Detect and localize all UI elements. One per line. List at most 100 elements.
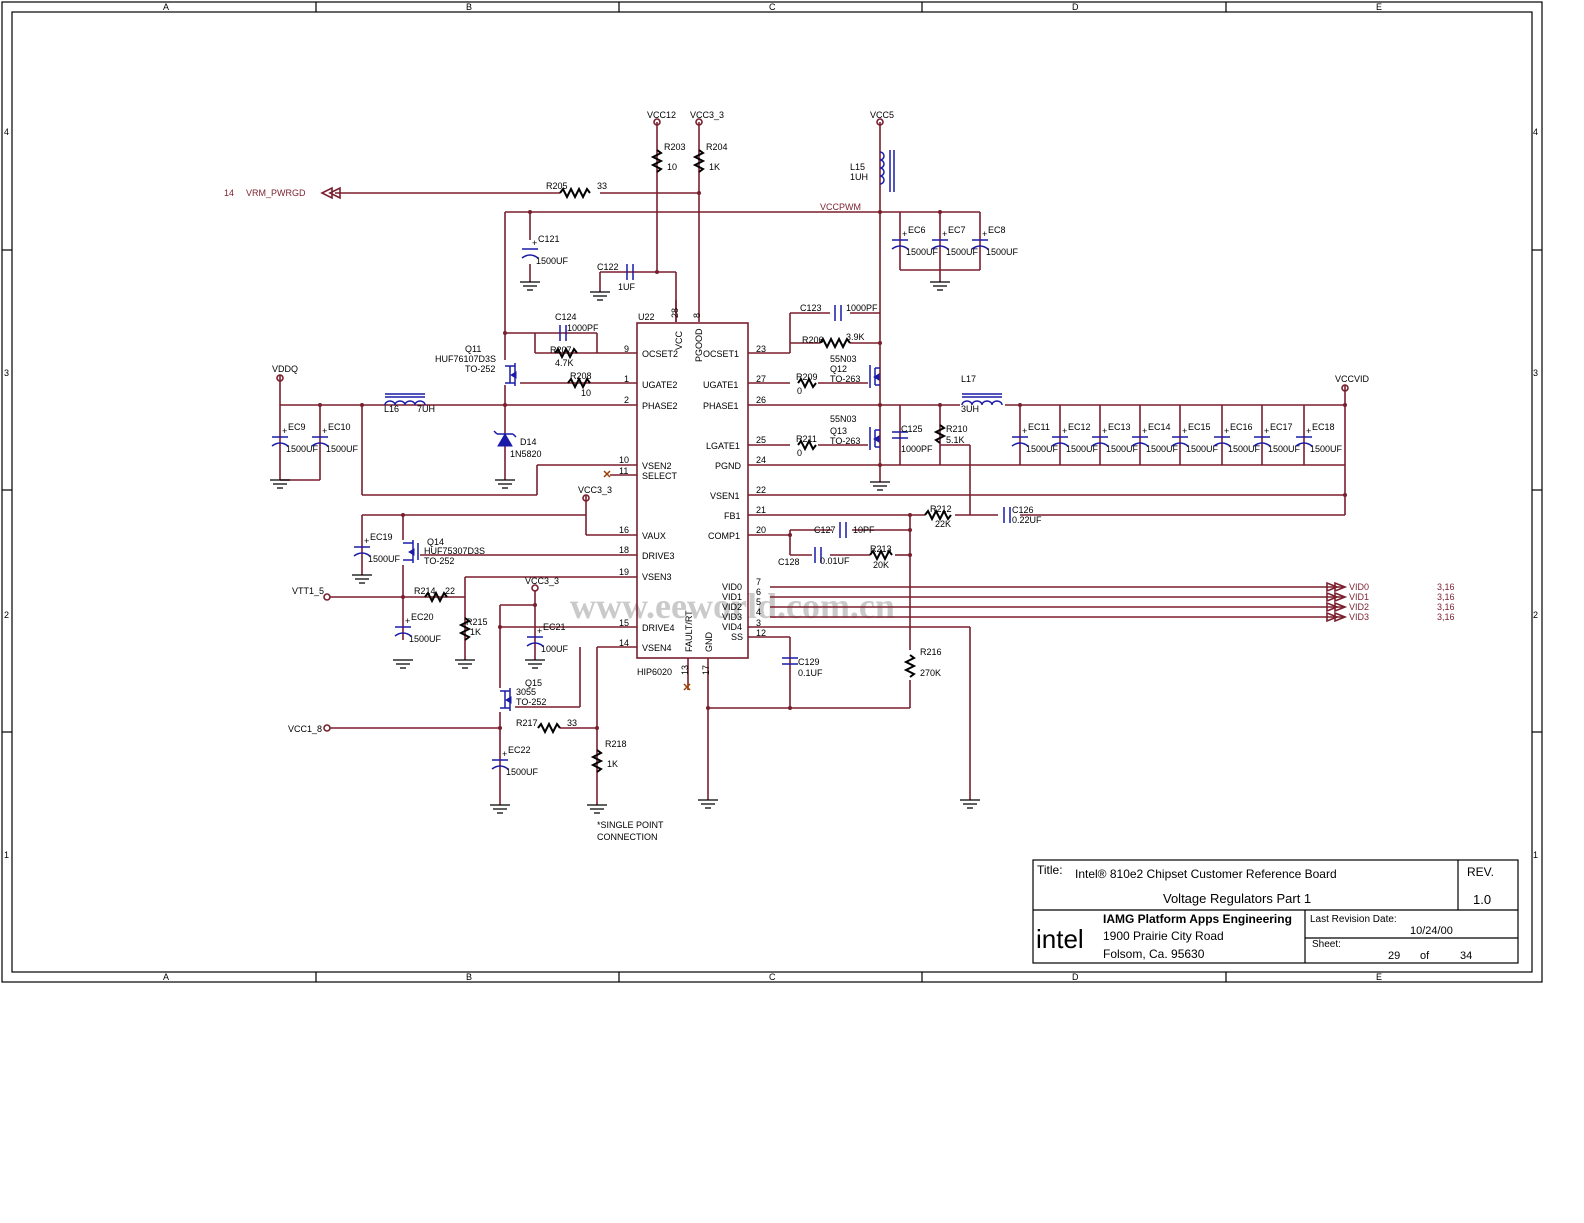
title-label: Title:	[1037, 863, 1063, 877]
pin-name-ugate2: UGATE2	[642, 380, 677, 390]
pin-num-23: 23	[756, 344, 766, 354]
q15-val: 3055	[516, 687, 536, 697]
pin-name-vid2: VID2	[722, 602, 742, 612]
c129-ref: C129	[798, 657, 820, 667]
pin-num-22: 22	[756, 485, 766, 495]
c127-val: 10PF	[853, 525, 875, 535]
pin-num-8: 8	[692, 313, 702, 318]
mosfet-q12-icon	[869, 365, 880, 388]
power-port-icon	[323, 593, 331, 601]
svg-text:+: +	[502, 749, 507, 759]
ec22-val: 1500UF	[506, 767, 539, 777]
row-label-1-right: 1	[1533, 850, 1538, 860]
c122-val: 1UF	[618, 282, 636, 292]
pin-name-ugate1: UGATE1	[703, 380, 738, 390]
ec19-ref: EC19	[370, 532, 393, 542]
q11-ref: Q11	[465, 344, 481, 354]
pin-num-7: 7	[756, 577, 761, 587]
svg-text:+: +	[282, 426, 287, 436]
svg-text:+: +	[532, 238, 537, 248]
r210-ref: R210	[946, 424, 968, 434]
q11-pkg: TO-252	[465, 364, 495, 374]
pin-num-10: 10	[619, 455, 629, 465]
svg-text:+: +	[364, 536, 369, 546]
svg-text:+: +	[1102, 426, 1107, 436]
col-label-d: D	[1072, 2, 1079, 12]
ic-u22: U22 HIP6020 OCSET2 UGATE2 PHASE2 VSEN2 S…	[603, 308, 766, 691]
net-vid-ref-2: 3,16	[1437, 602, 1455, 612]
col-label-b-bottom: B	[466, 972, 472, 982]
svg-text:+: +	[405, 616, 410, 626]
revision-date-label: Last Revision Date:	[1310, 914, 1397, 925]
r208-val: 10	[581, 388, 591, 398]
sheet-number: 29	[1388, 950, 1400, 962]
net-vcc5: VCC5	[870, 110, 894, 120]
l16-val: 7UH	[417, 404, 435, 414]
q13-ref: Q13	[830, 426, 847, 436]
pin-name-fb1: FB1	[724, 511, 741, 521]
pin-name-phase2: PHASE2	[642, 401, 678, 411]
col-label-e-bottom: E	[1376, 972, 1382, 982]
r217-ref: R217	[516, 718, 538, 728]
net-vddq: VDDQ	[272, 364, 298, 374]
r215-ref: R215	[466, 617, 488, 627]
title-block: Title: Intel® 810e2 Chipset Customer Ref…	[1032, 859, 1519, 964]
pin-num-1: 1	[624, 374, 629, 384]
address-line1: 1900 Prairie City Road	[1103, 929, 1224, 943]
r210-val: 5.1K	[946, 435, 965, 445]
ground-icon	[393, 659, 413, 669]
ec7-ref: EC7	[948, 225, 966, 235]
r215-val: 1K	[470, 627, 481, 637]
r203-ref: R203	[664, 142, 686, 152]
col-label-b: B	[466, 2, 472, 12]
pin-num-2: 2	[624, 395, 629, 405]
pin-name-comp1: COMP1	[708, 531, 740, 541]
l15-ref: L15	[850, 162, 865, 172]
q14-val: HUF75307D3S	[424, 546, 485, 556]
svg-text:+: +	[1182, 426, 1187, 436]
ec20-val: 1500UF	[409, 634, 442, 644]
ground-icon	[587, 804, 607, 814]
ec12-ref: EC12	[1068, 422, 1091, 432]
transistors: Q11 HUF76107D3S TO-252 55N03 Q12 TO-263 …	[403, 344, 880, 711]
col-label-a: A	[163, 2, 169, 12]
l15-val: 1UH	[850, 172, 868, 182]
r209-ref: R209	[796, 372, 818, 382]
svg-text:+: +	[942, 229, 947, 239]
pin-name-lgate1: LGATE1	[706, 441, 740, 451]
svg-text:+: +	[537, 626, 542, 636]
pin-name-ocset1: OCSET1	[703, 349, 739, 359]
ground-icon	[930, 281, 950, 291]
pin-num-20: 20	[756, 525, 766, 535]
col-label-d-bottom: D	[1072, 972, 1079, 982]
ec18-ref: EC18	[1312, 422, 1335, 432]
net-vcc3-3: VCC3_3	[690, 110, 724, 120]
c128-ref: C128	[778, 557, 800, 567]
pin-name-ss: SS	[731, 632, 743, 642]
svg-text:+: +	[982, 229, 987, 239]
pin-num-19: 19	[619, 567, 629, 577]
r216-ref: R216	[920, 647, 942, 657]
r212-val: 22K	[935, 519, 951, 529]
sheet-label: Sheet:	[1312, 939, 1341, 950]
ic-part: HIP6020	[637, 667, 672, 677]
power-port-icon	[323, 724, 331, 732]
q12-val: 55N03	[830, 354, 857, 364]
pin-name-vid0: VID0	[722, 582, 742, 592]
subtitle-text: Voltage Regulators Part 1	[1163, 891, 1311, 906]
ec8-val: 1500UF	[986, 247, 1019, 257]
net-vcc1-8: VCC1_8	[288, 724, 322, 734]
net-vid-ref-0: 3,16	[1437, 582, 1455, 592]
r211-val: 0	[797, 448, 802, 458]
pin-num-28: 28	[670, 308, 680, 318]
pin-num-13: 13	[680, 665, 690, 675]
mosfet-q14-icon	[403, 540, 419, 563]
r206-val: 3.9K	[846, 332, 865, 342]
l17-val: 3UH	[961, 404, 979, 414]
r213-ref: R213	[870, 544, 892, 554]
c124-ref: C124	[555, 312, 577, 322]
svg-text:+: +	[902, 229, 907, 239]
q12-pkg: TO-263	[830, 374, 860, 384]
svg-text:+: +	[322, 426, 327, 436]
intel-logo: intel	[1036, 924, 1084, 954]
